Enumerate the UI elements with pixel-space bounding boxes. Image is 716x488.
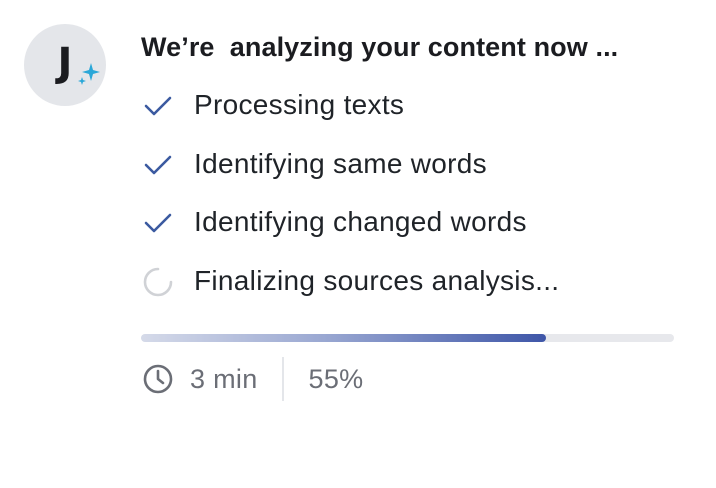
step-label: Processing texts [194,89,405,120]
step-item: Finalizing sources analysis... [141,260,559,319]
step-label: Finalizing sources analysis... [194,264,560,296]
checkmark-icon [144,96,172,116]
status-title: We’re analyzing your content now ... [141,32,619,62]
progress-fill [141,334,547,342]
avatar: J [24,24,106,106]
checkmark-icon [144,155,172,174]
progress-meta: 3 min 55% [141,356,363,402]
step-item: Identifying same words [141,143,487,202]
step-item: Processing texts [141,84,404,143]
avatar-letter: J [57,40,73,86]
divider [281,357,284,401]
time-remaining: 3 min [190,364,258,394]
step-list: Processing texts Identifying same words … [141,84,559,319]
progress-percent: 55% [308,364,364,394]
checkmark-icon [144,213,172,233]
spinner-icon [143,267,173,296]
step-item: Identifying changed words [141,201,527,260]
step-label: Identifying changed words [194,206,527,237]
clock-icon [143,364,173,394]
progress-bar [141,334,674,342]
step-label: Identifying same words [194,147,487,179]
